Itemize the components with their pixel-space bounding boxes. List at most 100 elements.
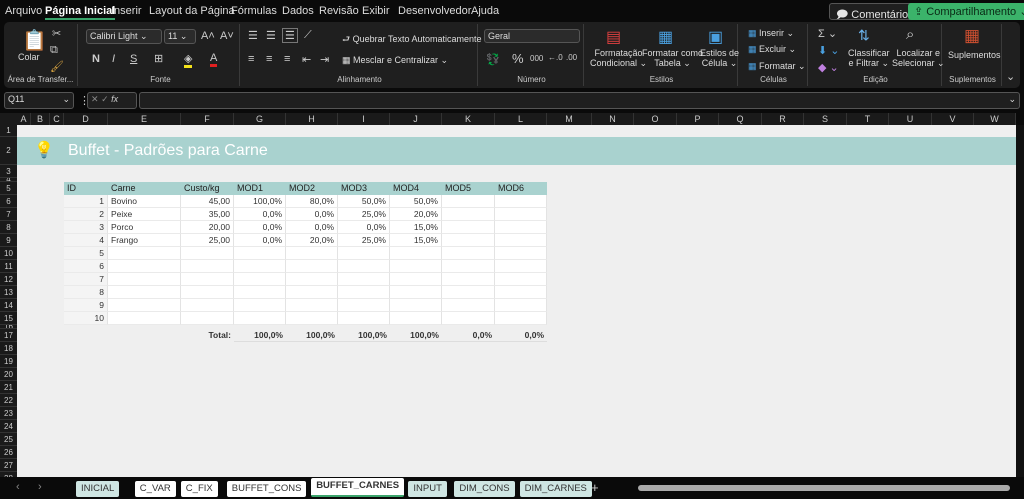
format-table-button[interactable]: Formatar como Tabela ⌄ (642, 48, 703, 68)
font-color-icon[interactable]: A (210, 52, 218, 67)
clear-icon[interactable]: ◆ ⌄ (818, 61, 839, 74)
table-cell[interactable]: 15,0% (390, 221, 442, 234)
share-button[interactable]: ⇪ Compartilhamento ⌄ (908, 3, 1024, 20)
thousands-icon[interactable]: 000 (530, 54, 543, 63)
sheet-tab[interactable]: BUFFET_CONS (226, 481, 307, 497)
table-cell[interactable] (442, 234, 495, 247)
copy-icon[interactable]: ⧉ (50, 44, 58, 57)
sheet-tab[interactable]: BUFFET_CARNES (311, 478, 405, 497)
table-header-cell[interactable]: MOD6 (495, 182, 547, 195)
sheet-tab[interactable]: DIM_CONS (454, 481, 515, 497)
table-cell[interactable] (495, 286, 547, 299)
row-header[interactable]: 17 (0, 329, 17, 342)
column-header[interactable]: J (390, 113, 442, 125)
align-top-icon[interactable]: ☰ (248, 29, 258, 42)
menu-desenvolvedor[interactable]: Desenvolvedor (398, 5, 471, 17)
column-header[interactable]: H (286, 113, 338, 125)
total-value[interactable]: 100,0% (234, 329, 286, 342)
table-cell[interactable] (108, 247, 181, 260)
row-header[interactable]: 24 (0, 420, 17, 433)
table-cell[interactable] (442, 195, 495, 208)
total-value[interactable]: 0,0% (495, 329, 547, 342)
orientation-icon[interactable]: ⟋ (304, 29, 312, 42)
conditional-format-icon[interactable]: ▤ (606, 27, 621, 47)
formula-input[interactable]: ⌄ (139, 92, 1020, 109)
table-cell[interactable] (286, 286, 338, 299)
font-size-select[interactable]: 11 ⌄ (164, 29, 196, 44)
table-cell[interactable]: 25,00 (181, 234, 234, 247)
row-header[interactable]: 7 (0, 208, 17, 221)
table-cell[interactable] (108, 286, 181, 299)
align-center-icon[interactable]: ≡ (266, 53, 272, 65)
table-cell[interactable]: Bovino (108, 195, 181, 208)
table-cell[interactable] (234, 247, 286, 260)
menu-exibir[interactable]: Exibir (362, 5, 390, 17)
table-header-cell[interactable]: Custo/kg (181, 182, 234, 195)
prev-sheet-icon[interactable]: ‹ (16, 481, 20, 493)
column-header[interactable]: D (64, 113, 108, 125)
table-cell[interactable]: 7 (64, 273, 108, 286)
table-cell[interactable] (442, 221, 495, 234)
table-cell[interactable] (390, 273, 442, 286)
table-cell[interactable]: 1 (64, 195, 108, 208)
enter-icon[interactable]: ✓ (101, 94, 109, 104)
horizontal-scrollbar[interactable] (638, 485, 1010, 491)
table-cell[interactable] (338, 260, 390, 273)
table-cell[interactable] (181, 247, 234, 260)
row-header[interactable]: 19 (0, 355, 17, 368)
row-header[interactable]: 2 (0, 137, 17, 165)
menu-layout-da-página[interactable]: Layout da Página (149, 5, 235, 17)
table-cell[interactable] (181, 299, 234, 312)
table-cell[interactable] (338, 299, 390, 312)
table-cell[interactable]: 80,0% (286, 195, 338, 208)
table-cell[interactable] (495, 247, 547, 260)
table-cell[interactable] (234, 286, 286, 299)
table-cell[interactable] (495, 260, 547, 273)
comments-button[interactable]: 🗩 Comentários (829, 3, 921, 21)
percent-icon[interactable]: % (512, 51, 524, 66)
table-cell[interactable] (338, 286, 390, 299)
decrease-font-icon[interactable]: A˅ (220, 30, 234, 42)
font-name-select[interactable]: Calibri Light ⌄ (86, 29, 162, 44)
column-header[interactable]: Q (719, 113, 762, 125)
table-cell[interactable] (495, 221, 547, 234)
table-cell[interactable] (108, 260, 181, 273)
column-header[interactable]: E (108, 113, 181, 125)
merge-center-button[interactable]: ▦ Mesclar e Centralizar ⌄ (342, 55, 448, 65)
table-cell[interactable] (181, 312, 234, 325)
column-header[interactable]: C (50, 113, 64, 125)
table-cell[interactable]: Peixe (108, 208, 181, 221)
increase-font-icon[interactable]: A˄ (201, 30, 215, 42)
decrease-decimal-icon[interactable]: .00 (566, 53, 577, 62)
menu-ajuda[interactable]: Ajuda (471, 5, 499, 17)
format-painter-icon[interactable]: 🖌 (50, 60, 64, 73)
column-header[interactable]: V (932, 113, 974, 125)
total-value[interactable]: 100,0% (286, 329, 338, 342)
find-icon[interactable]: ⌕ (906, 26, 914, 43)
name-box[interactable]: Q11 ⌄ (4, 92, 74, 109)
table-cell[interactable] (442, 247, 495, 260)
table-cell[interactable]: 100,0% (234, 195, 286, 208)
table-cell[interactable] (442, 286, 495, 299)
column-header[interactable]: U (889, 113, 932, 125)
table-cell[interactable]: 20,00 (181, 221, 234, 234)
row-header[interactable]: 6 (0, 195, 17, 208)
table-cell[interactable] (442, 312, 495, 325)
row-header[interactable]: 20 (0, 368, 17, 381)
table-cell[interactable]: 0,0% (234, 208, 286, 221)
table-cell[interactable]: 9 (64, 299, 108, 312)
row-header[interactable]: 25 (0, 433, 17, 446)
currency-icon[interactable]: 💱 (486, 53, 500, 66)
table-header-cell[interactable]: MOD5 (442, 182, 495, 195)
column-header[interactable]: A (17, 113, 31, 125)
row-header[interactable]: 10 (0, 247, 17, 260)
table-cell[interactable] (234, 260, 286, 273)
insert-cells-button[interactable]: ▦ Inserir ⌄ (748, 28, 794, 38)
find-select-button[interactable]: Localizar e Selecionar ⌄ (892, 48, 945, 68)
table-cell[interactable] (338, 247, 390, 260)
row-header[interactable]: 12 (0, 273, 17, 286)
table-cell[interactable] (108, 299, 181, 312)
decrease-indent-icon[interactable]: ⇤ (302, 53, 311, 66)
total-label[interactable]: Total: (181, 329, 234, 342)
format-cells-button[interactable]: ▦ Formatar ⌄ (748, 61, 806, 71)
